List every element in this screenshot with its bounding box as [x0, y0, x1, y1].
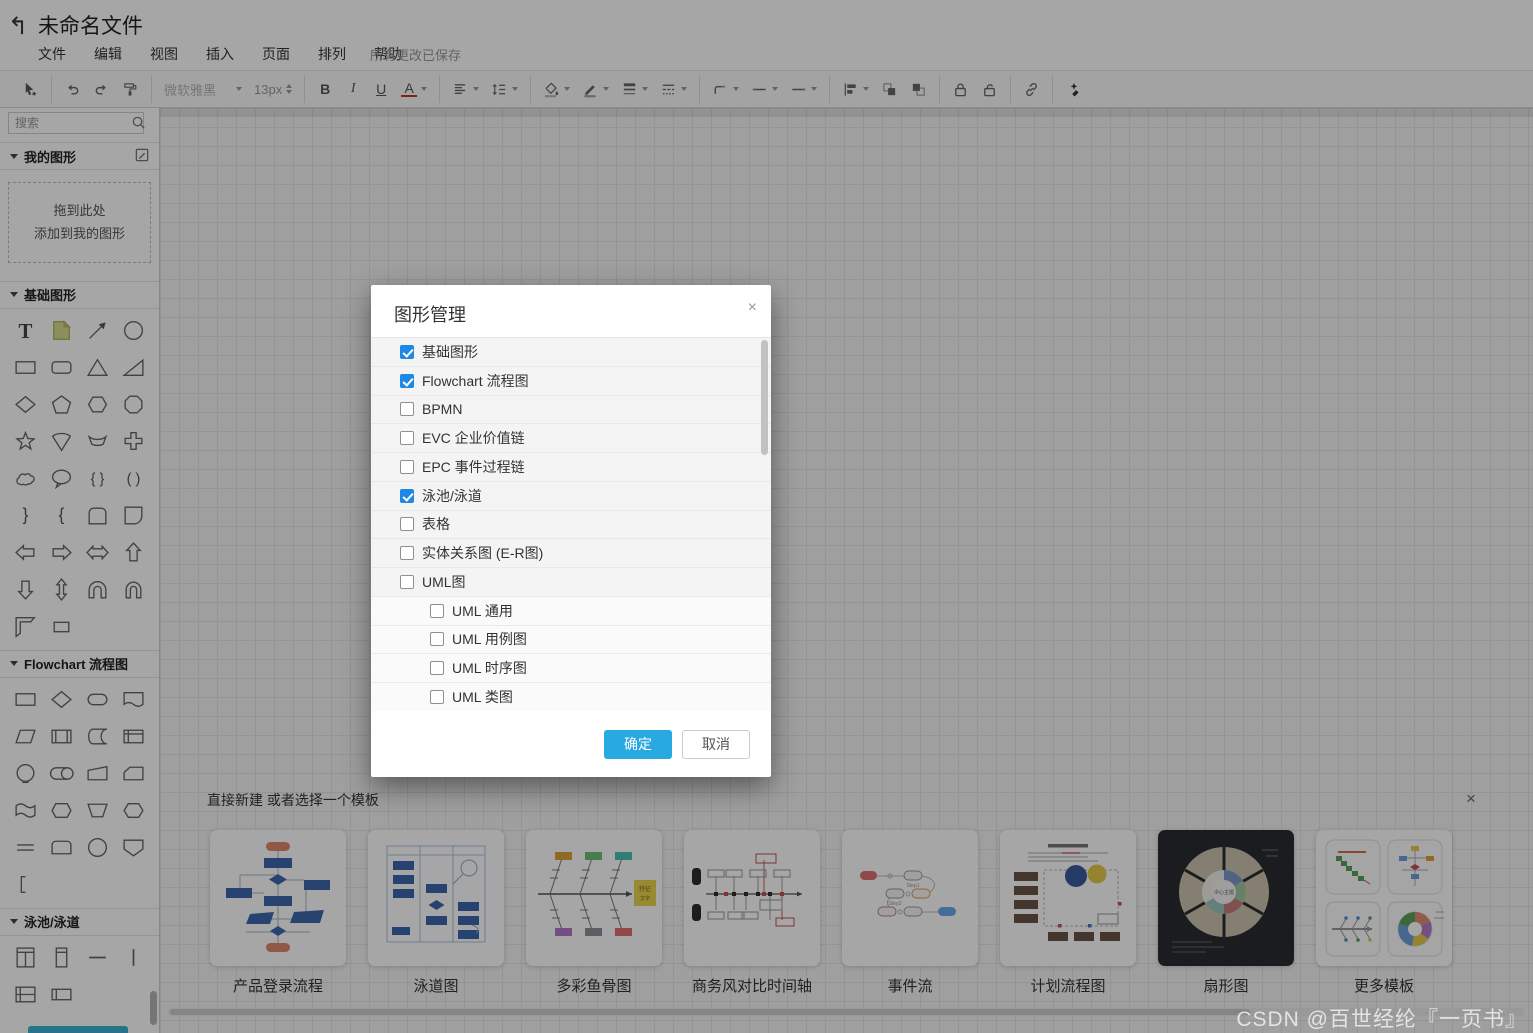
category-row[interactable]: UML 通用 — [371, 596, 771, 626]
shape-manager-dialog: 图形管理 × 基础图形 Flowchart 流程图 BPMN EVC 企业价值链 EPC… — [371, 285, 771, 777]
checkbox[interactable] — [400, 459, 414, 474]
category-label: UML 用例图 — [452, 631, 527, 648]
category-label: UML 通用 — [452, 602, 513, 619]
checkbox[interactable] — [400, 517, 414, 532]
dialog-close-icon[interactable]: × — [748, 299, 757, 317]
category-row[interactable]: 表格 — [371, 510, 771, 540]
checkbox[interactable] — [430, 689, 444, 704]
category-row[interactable]: UML图 — [371, 568, 771, 597]
category-row[interactable]: EPC 事件过程链 — [371, 453, 771, 482]
category-label: 实体关系图 (E-R图) — [422, 545, 544, 562]
category-label: EPC 事件过程链 — [422, 458, 525, 475]
category-row[interactable]: UML 用例图 — [371, 625, 771, 655]
category-label: 基础图形 — [422, 343, 478, 360]
cancel-button[interactable]: 取消 — [682, 729, 750, 759]
category-row[interactable]: EVC 企业价值链 — [371, 424, 771, 453]
dialog-scrollbar-thumb[interactable] — [761, 340, 768, 455]
checkbox-checked[interactable] — [400, 488, 414, 503]
checkbox-checked[interactable] — [400, 373, 414, 388]
shape-category-list: 基础图形 Flowchart 流程图 BPMN EVC 企业价值链 EPC 事件过程链泳… — [371, 337, 771, 711]
category-label: EVC 企业价值链 — [422, 430, 525, 447]
category-row[interactable]: UML 时序图 — [371, 654, 771, 683]
checkbox[interactable] — [430, 632, 444, 647]
checkbox[interactable] — [430, 661, 444, 676]
ok-button[interactable]: 确定 — [604, 729, 672, 759]
watermark: CSDN @百世经纶『一页书』 — [1236, 1008, 1527, 1031]
checkbox[interactable] — [430, 603, 444, 618]
checkbox[interactable] — [400, 402, 414, 417]
dialog-title: 图形管理 — [394, 305, 466, 325]
checkbox[interactable] — [400, 574, 414, 589]
category-label: 表格 — [422, 516, 450, 533]
app-root: ↰ 未命名文件 文件 编辑 视图 插入 页面 排列 帮助 所有更改已保存 微软雅黑 13px B… — [0, 0, 1533, 1033]
category-label: UML 类图 — [452, 688, 513, 705]
category-row[interactable]: UML 类图 — [371, 683, 771, 711]
category-row[interactable]: 泳池/泳道 — [371, 481, 771, 511]
checkbox-checked[interactable] — [400, 344, 414, 359]
category-label: Flowchart 流程图 — [422, 372, 529, 389]
category-label: UML 时序图 — [452, 660, 527, 677]
category-row[interactable]: 基础图形 — [371, 338, 771, 367]
category-label: BPMN — [422, 401, 463, 418]
category-row[interactable]: BPMN — [371, 395, 771, 425]
category-label: 泳池/泳道 — [422, 487, 482, 504]
checkbox[interactable] — [400, 431, 414, 446]
category-row[interactable]: 实体关系图 (E-R图) — [371, 539, 771, 568]
category-row[interactable]: Flowchart 流程图 — [371, 366, 771, 396]
checkbox[interactable] — [400, 546, 414, 561]
category-label: UML图 — [422, 573, 466, 590]
